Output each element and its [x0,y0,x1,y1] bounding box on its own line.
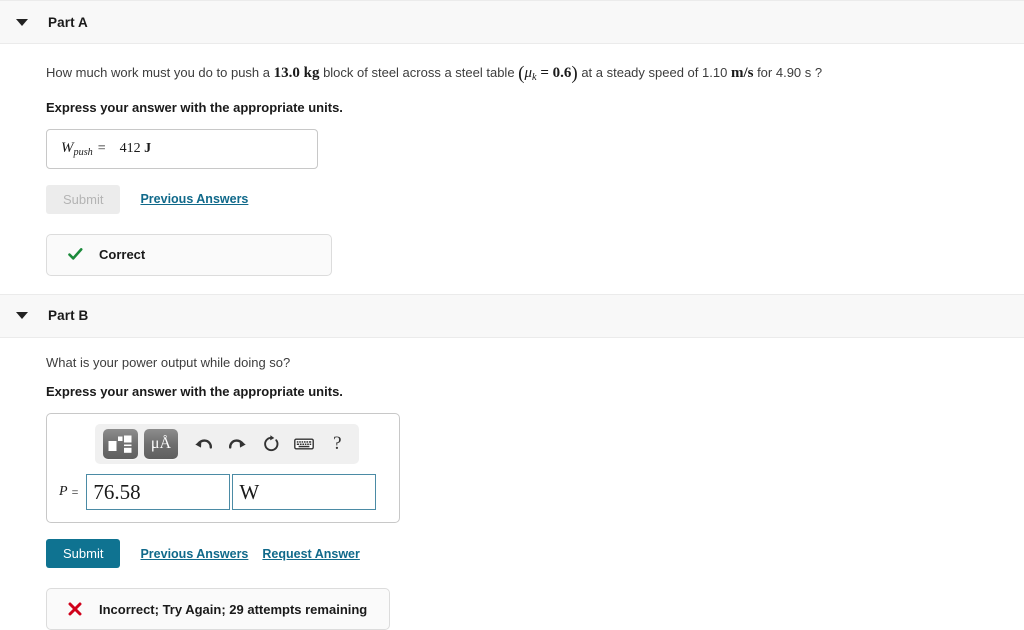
question-text-mid: block of steel across a steel table [319,65,519,80]
caret-down-icon[interactable] [14,14,30,30]
part-b-actions: Submit Previous Answers Request Answer [46,539,1024,569]
x-icon [65,602,85,616]
answer-equals: = [97,140,106,156]
part-b-body: What is your power output while doing so… [0,354,1024,630]
mu-symbol: μk [524,65,537,83]
answer-unit: J [144,140,152,156]
part-a-answer-field[interactable]: Wpush = 412 J [46,128,318,169]
answer-input-row: P = 76.58 W [59,474,389,511]
caret-down-icon[interactable] [14,308,30,324]
part-b-title: Part B [48,308,89,324]
part-b-previous-answers-link[interactable]: Previous Answers [140,547,248,561]
mu-angstrom-icon: μÅ [150,435,172,453]
editor-toolbar: μÅ ? [95,424,359,465]
part-a-body: How much work must you do to push a 13.0… [0,60,1024,294]
keyboard-button[interactable] [290,429,317,459]
part-b-feedback: Incorrect; Try Again; 29 attempts remain… [46,588,390,630]
units-button[interactable]: μÅ [143,429,179,460]
undo-button[interactable] [190,429,217,459]
power-equals-label: = [71,484,79,499]
part-a-title: Part A [48,14,88,30]
part-b-question: What is your power output while doing so… [46,354,291,370]
question-text-mid2: at a steady speed of [577,65,703,80]
part-b-submit-button[interactable]: Submit [46,539,121,569]
question-text-end: ? [814,65,823,80]
part-a-header[interactable]: Part A [0,0,1024,44]
part-b-instruction: Express your answer with the appropriate… [46,384,343,400]
part-a-instruction: Express your answer with the appropriate… [46,99,343,115]
part-a-feedback: Correct [46,233,332,276]
redo-button[interactable] [224,429,251,459]
mu-equals: = [540,65,549,81]
part-a-actions: Submit Previous Answers [46,184,1024,214]
answer-unit-input[interactable]: W [232,474,377,511]
part-b-request-answer-link[interactable]: Request Answer [262,547,359,561]
part-a-feedback-text: Correct [99,247,146,263]
question-mass-unit: kg [303,65,320,81]
help-button[interactable]: ? [324,429,351,459]
question-text-mid3: for [753,65,776,80]
part-a-submit-button[interactable]: Submit [46,184,121,214]
question-speed-value: 1.10 [702,65,728,80]
answer-value-input[interactable]: 76.58 [86,474,231,511]
part-b-header[interactable]: Part B [0,293,1024,338]
mu-value: 0.6 [552,65,572,81]
question-text-pre: How much work must you do to push a [46,65,274,80]
reset-button[interactable] [257,429,284,459]
question-time-value: 4.90 [775,65,802,80]
part-b-feedback-text: Incorrect; Try Again; 29 attempts remain… [99,601,368,617]
question-mass-value: 13.0 [273,65,300,81]
answer-value: 412 J [119,140,152,156]
part-a-question: How much work must you do to push a 13.0… [46,60,1024,88]
answer-editor-panel: μÅ ? P = 76.58 W [46,413,400,524]
answer-symbol: Wpush [61,139,93,158]
math-template-button[interactable] [103,429,138,460]
question-mark-icon: ? [333,433,342,455]
check-icon [65,248,85,261]
part-a-previous-answers-link[interactable]: Previous Answers [140,192,248,206]
power-symbol-label: P [59,484,68,500]
question-speed-unit: m/s [730,65,754,81]
answer-symbol-subscript: push [73,146,93,158]
